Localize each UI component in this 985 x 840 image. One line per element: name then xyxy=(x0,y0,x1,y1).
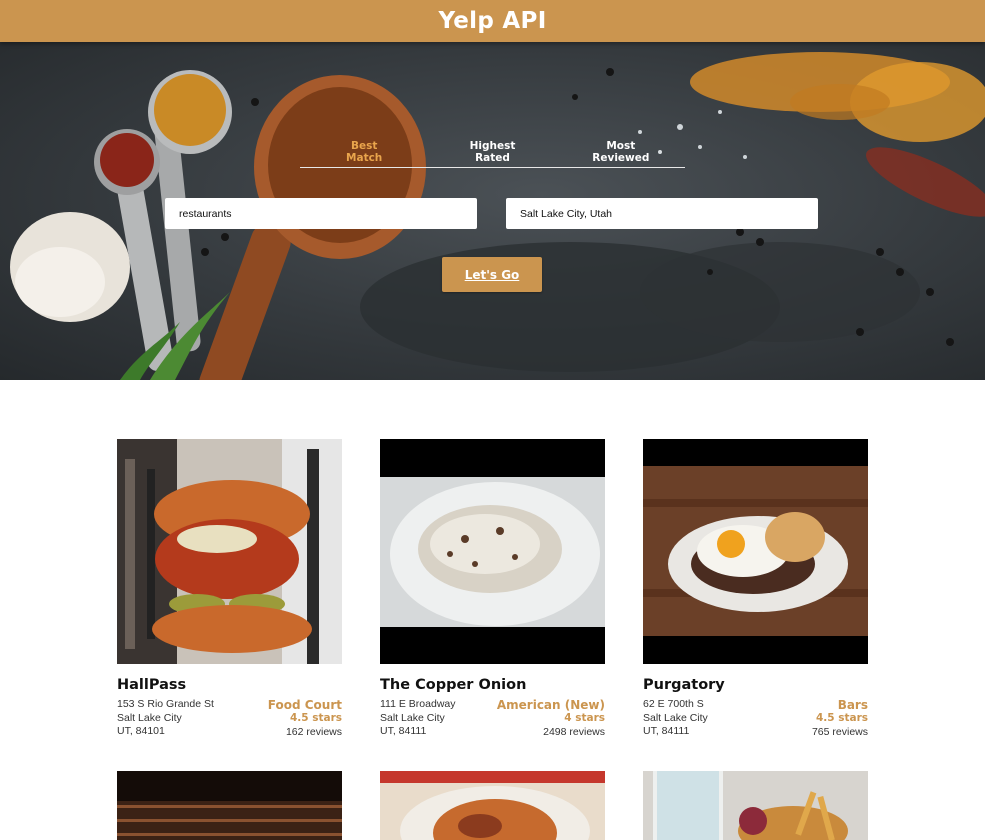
business-card xyxy=(643,771,868,840)
tab-highest-rated[interactable]: Highest Rated xyxy=(428,140,556,167)
business-card: The Copper Onion 111 E Broadway Salt Lak… xyxy=(380,439,605,739)
business-rating: 4 stars xyxy=(564,712,605,724)
business-name[interactable]: HallPass xyxy=(117,677,342,693)
business-card xyxy=(117,771,342,840)
business-review-count: 162 reviews xyxy=(285,725,342,738)
business-review-count: 765 reviews xyxy=(811,725,868,738)
tab-most-reviewed[interactable]: Most Reviewed xyxy=(557,140,685,167)
tab-label: Most Reviewed xyxy=(592,140,650,164)
business-meta: Food Court 4.5 stars 162 reviews xyxy=(268,698,342,739)
business-rating: 4.5 stars xyxy=(289,712,342,724)
address-state-zip: UT, 84111 xyxy=(643,725,690,737)
lets-go-button[interactable]: Let's Go xyxy=(442,257,542,292)
address-city: Salt Lake City xyxy=(643,711,708,724)
business-photo[interactable] xyxy=(643,771,868,840)
business-rating: 4.5 stars xyxy=(815,712,868,724)
address-state-zip: UT, 84101 xyxy=(117,725,165,737)
business-category: Bars xyxy=(837,698,868,712)
address-city: Salt Lake City xyxy=(380,711,445,724)
address-state-zip: UT, 84111 xyxy=(380,725,427,737)
app-title: Yelp API xyxy=(438,8,547,34)
business-name[interactable]: Purgatory xyxy=(643,677,868,693)
business-photo[interactable] xyxy=(380,771,605,840)
tab-label: Highest Rated xyxy=(469,140,516,164)
tab-best-match[interactable]: Best Match xyxy=(300,140,428,167)
address-line1: 153 S Rio Grande St xyxy=(117,698,214,710)
business-photo[interactable] xyxy=(643,439,868,664)
business-meta: American (New) 4 stars 2498 reviews xyxy=(497,698,605,739)
business-info: 153 S Rio Grande St Salt Lake City UT, 8… xyxy=(117,698,342,739)
business-photo[interactable] xyxy=(117,771,342,840)
business-address: 153 S Rio Grande St Salt Lake City UT, 8… xyxy=(117,698,214,739)
hero-background-image xyxy=(10,52,985,380)
business-name[interactable]: The Copper Onion xyxy=(380,677,605,693)
business-photo[interactable] xyxy=(380,439,605,664)
tab-label: Best Match xyxy=(346,140,383,164)
business-card xyxy=(380,771,605,840)
sort-tabs: Best Match Highest Rated Most Reviewed xyxy=(300,140,685,168)
business-card: HallPass 153 S Rio Grande St Salt Lake C… xyxy=(117,439,342,739)
search-hero: Best Match Highest Rated Most Reviewed L… xyxy=(0,42,985,380)
address-city: Salt Lake City xyxy=(117,711,182,724)
business-address: 111 E Broadway Salt Lake City UT, 84111 xyxy=(380,698,456,739)
business-category: American (New) xyxy=(496,698,605,712)
business-photo[interactable] xyxy=(117,439,342,664)
business-review-count: 2498 reviews xyxy=(543,725,605,738)
location-input[interactable] xyxy=(506,198,818,229)
app-header: Yelp API xyxy=(0,0,985,42)
address-line1: 62 E 700th S xyxy=(643,698,704,710)
business-meta: Bars 4.5 stars 765 reviews xyxy=(812,698,868,739)
business-info: 111 E Broadway Salt Lake City UT, 84111 … xyxy=(380,698,605,739)
address-line1: 111 E Broadway xyxy=(380,698,456,710)
business-card: Purgatory 62 E 700th S Salt Lake City UT… xyxy=(643,439,868,739)
business-info: 62 E 700th S Salt Lake City UT, 84111 Ba… xyxy=(643,698,868,739)
business-address: 62 E 700th S Salt Lake City UT, 84111 xyxy=(643,698,708,739)
business-category: Food Court xyxy=(267,698,342,712)
search-term-input[interactable] xyxy=(165,198,477,229)
